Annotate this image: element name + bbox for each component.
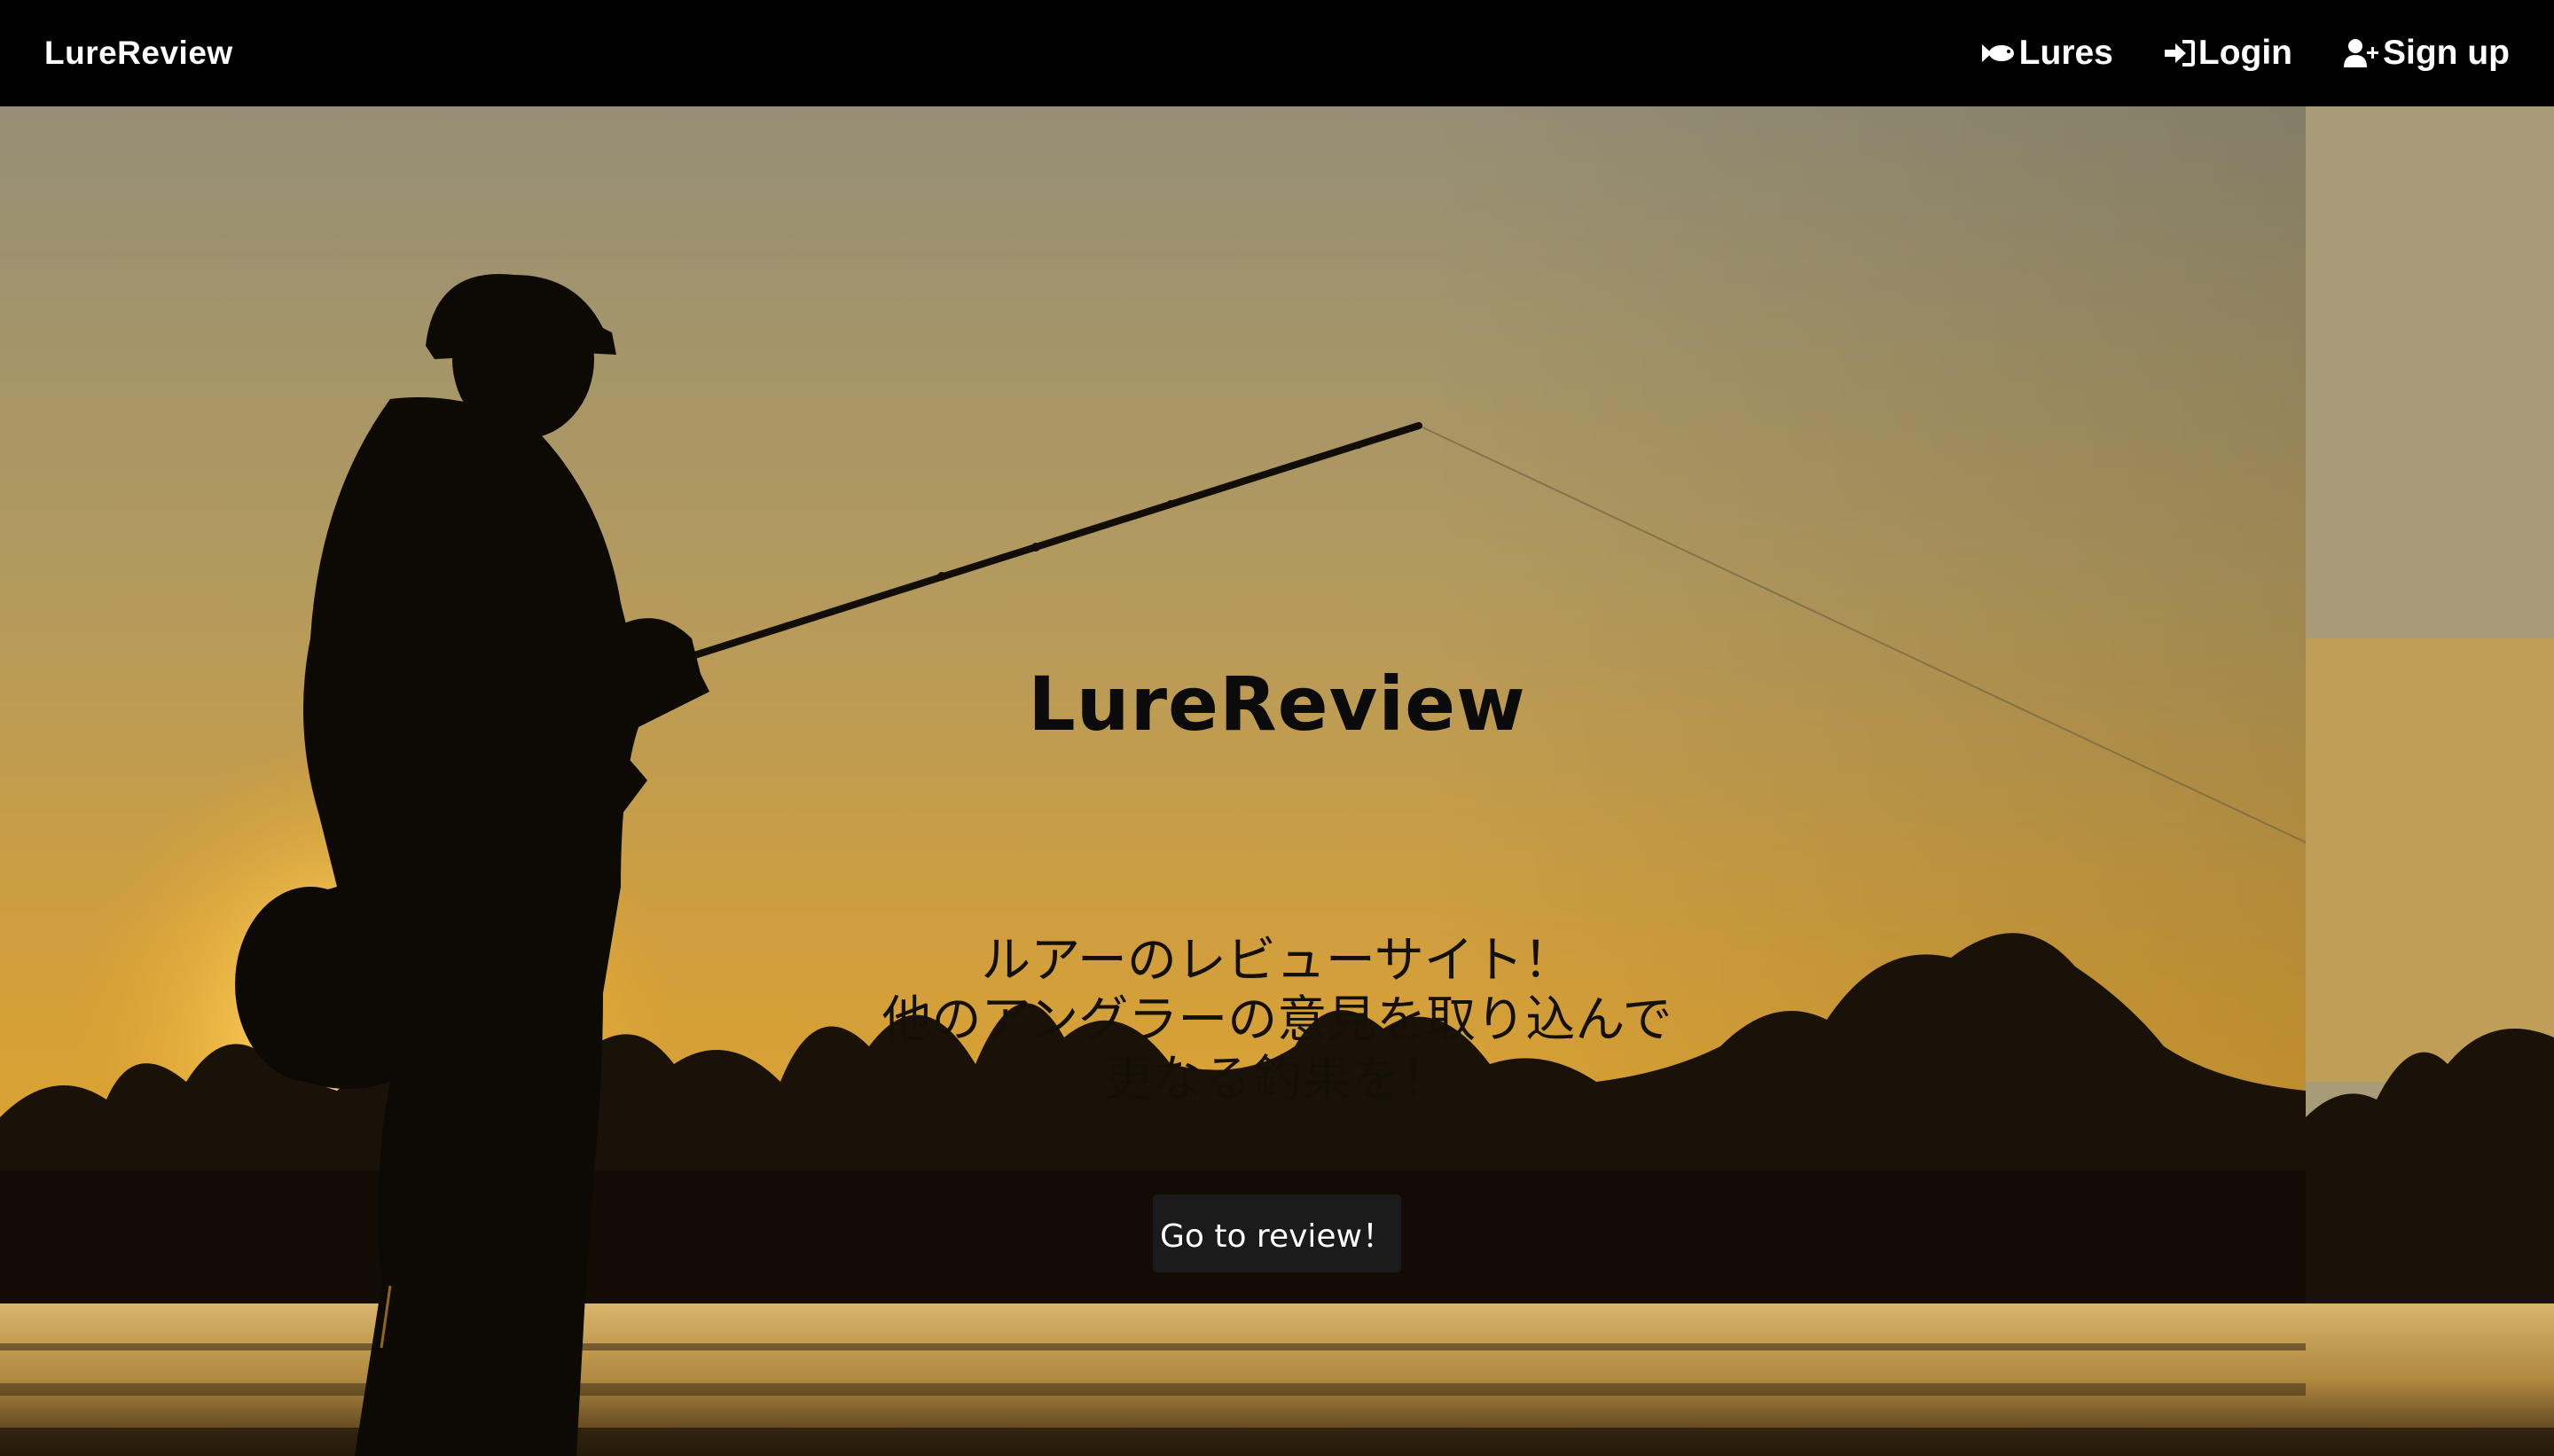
hero-tagline: ルアーのレビューサイト！ 他のアングラーの意見を取り込んで 更なる釣果を！ <box>0 931 2554 1109</box>
user-plus-icon <box>2344 38 2383 68</box>
tagline-line-3: 更なる釣果を！ <box>1103 1051 1451 1108</box>
top-navbar: LureReview Lures Login Sign up <box>0 0 2554 106</box>
go-to-review-button[interactable]: Go to review！ <box>1153 1194 1401 1272</box>
hero-section: LureReview ルアーのレビューサイト！ 他のアングラーの意見を取り込んで… <box>0 106 2554 1456</box>
brand-link[interactable]: LureReview <box>44 35 233 72</box>
nav-lures-label: Lures <box>2018 34 2113 72</box>
fish-icon <box>1981 42 2019 65</box>
nav-links: Lures Login Sign up <box>1981 34 2510 73</box>
tagline-line-2: 他のアングラーの意見を取り込んで <box>881 991 1673 1049</box>
hero-title: LureReview <box>1028 661 1526 748</box>
nav-lures-link[interactable]: Lures <box>1981 34 2113 73</box>
nav-signup-link[interactable]: Sign up <box>2344 34 2510 73</box>
nav-login-link[interactable]: Login <box>2164 34 2293 73</box>
nav-signup-label: Sign up <box>2383 34 2510 72</box>
sign-in-icon <box>2164 39 2198 67</box>
tagline-line-1: ルアーのレビューサイト！ <box>981 932 1573 990</box>
nav-login-label: Login <box>2198 34 2293 72</box>
